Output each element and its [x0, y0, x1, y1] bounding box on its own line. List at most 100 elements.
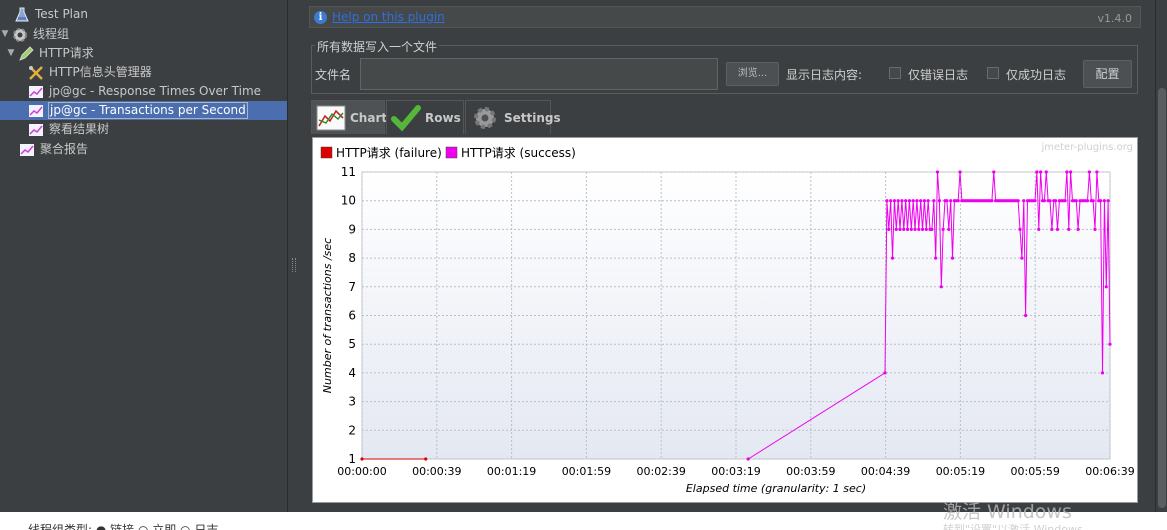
tab-settings[interactable]: Settings	[465, 100, 561, 134]
data-point	[896, 199, 900, 203]
data-point	[956, 199, 960, 203]
data-point	[941, 227, 945, 231]
x-tick-label: 00:01:19	[487, 465, 536, 478]
y-tick-label: 3	[348, 395, 356, 409]
data-point	[934, 256, 938, 260]
data-point	[937, 199, 942, 203]
tree-item-header-manager[interactable]: HTTP信息头管理器	[16, 63, 153, 82]
data-point	[1063, 199, 1067, 203]
data-point	[898, 227, 902, 231]
data-point	[1069, 170, 1073, 174]
y-tick-label: 6	[348, 309, 356, 323]
x-tick-label: 00:05:59	[1010, 465, 1059, 478]
configure-button[interactable]: 配置	[1083, 60, 1132, 88]
data-point	[1104, 285, 1108, 289]
data-point	[1067, 227, 1071, 231]
data-point	[892, 199, 897, 203]
x-tick-label: 00:03:19	[711, 465, 760, 478]
data-point	[890, 256, 895, 260]
browse-button[interactable]: 浏览...	[726, 62, 779, 86]
data-point	[920, 227, 925, 231]
data-point	[1035, 170, 1039, 174]
pen-icon	[18, 45, 34, 62]
log-content-label: 显示日志内容:	[786, 68, 863, 82]
y-tick-label: 8	[348, 251, 356, 265]
data-point	[1016, 199, 1020, 203]
legend-label: HTTP请求 (success)	[461, 146, 576, 160]
tree-item-thread-group[interactable]: ▼ 线程组	[0, 25, 70, 44]
tree-item-label: Test Plan	[35, 7, 88, 21]
data-point	[424, 457, 428, 461]
gear-icon	[470, 104, 500, 132]
errors-only-label: 仅错误日志	[908, 68, 969, 82]
tab-label: Rows	[425, 110, 461, 125]
graph-icon	[28, 122, 44, 138]
tree-item-label: 线程组	[33, 27, 70, 41]
data-point	[1037, 227, 1041, 231]
tree-item-view-results-tree[interactable]: 察看结果树	[16, 120, 110, 139]
help-bar: i Help on this plugin v1.4.0	[309, 6, 1141, 28]
data-point	[909, 227, 913, 231]
tree-item-label: HTTP请求	[39, 46, 94, 60]
data-point	[905, 227, 910, 231]
data-point	[1095, 170, 1099, 174]
data-point	[917, 227, 921, 231]
tree-item-label: jp@gc - Response Times Over Time	[49, 84, 262, 98]
data-point	[1102, 199, 1106, 203]
data-point	[894, 227, 898, 231]
chart-icon	[316, 104, 346, 132]
test-plan-tree: Test Plan ▼ 线程组 ▼ HTTP请求 HTTP信息头管理器 jp@g…	[0, 0, 288, 512]
data-point	[902, 227, 906, 231]
filename-input[interactable]	[360, 58, 718, 90]
grip-icon	[292, 258, 296, 272]
errors-only-checkbox[interactable]	[889, 67, 901, 79]
data-point	[1087, 170, 1091, 174]
y-axis-label: Number of transactions /sec	[321, 238, 334, 393]
tree-item-aggregate-report[interactable]: 聚合报告	[7, 140, 89, 159]
data-point	[992, 170, 996, 174]
help-link[interactable]: Help on this plugin	[332, 10, 445, 24]
data-point	[950, 256, 955, 260]
data-point	[883, 371, 887, 375]
data-point	[924, 227, 928, 231]
data-point	[1044, 170, 1048, 174]
legend-swatch	[445, 146, 458, 159]
x-tick-label: 00:04:39	[861, 465, 910, 478]
data-point	[926, 199, 930, 203]
split-pane-divider[interactable]	[289, 0, 299, 512]
data-point	[1093, 227, 1097, 231]
data-point	[919, 199, 923, 203]
data-point	[911, 199, 915, 203]
data-point	[900, 199, 904, 203]
data-point	[746, 457, 750, 461]
data-point	[1074, 199, 1078, 203]
chart-watermark: jmeter-plugins.org	[1040, 142, 1133, 153]
tab-chart[interactable]: Chart	[311, 100, 387, 134]
y-tick-label: 9	[348, 222, 356, 236]
data-point	[930, 227, 934, 231]
x-tick-label: 00:01:59	[562, 465, 611, 478]
tab-rows[interactable]: Rows	[386, 100, 464, 134]
tree-item-transactions-per-second[interactable]: jp@gc - Transactions per Second	[0, 101, 287, 120]
data-point	[907, 199, 912, 203]
x-tick-label: 00:03:59	[786, 465, 835, 478]
tree-item-response-times[interactable]: jp@gc - Response Times Over Time	[16, 82, 262, 101]
y-tick-label: 11	[341, 165, 356, 179]
data-point	[1050, 227, 1054, 231]
tree-toggle-expanded[interactable]: ▼	[0, 25, 10, 44]
tree-item-label: 察看结果树	[49, 122, 110, 136]
tree-item-http-request[interactable]: ▼ HTTP请求	[6, 44, 95, 63]
y-tick-label: 2	[348, 423, 356, 437]
chart-panel: jmeter-plugins.org 1 2 3 4 5 6 7 8 9 10 11 00:00:00 0…	[312, 137, 1138, 503]
graph-icon	[28, 84, 44, 100]
vertical-scrollbar[interactable]	[1155, 0, 1167, 512]
scrollbar-thumb[interactable]	[1158, 88, 1166, 508]
success-only-checkbox[interactable]	[987, 67, 999, 79]
data-point	[1039, 170, 1043, 174]
data-point	[1108, 342, 1112, 346]
tree-toggle-expanded[interactable]: ▼	[6, 44, 16, 63]
data-point	[1100, 371, 1105, 375]
data-point	[1055, 227, 1060, 231]
tree-item-test-plan[interactable]: Test Plan	[2, 5, 89, 24]
data-point	[1091, 199, 1095, 203]
